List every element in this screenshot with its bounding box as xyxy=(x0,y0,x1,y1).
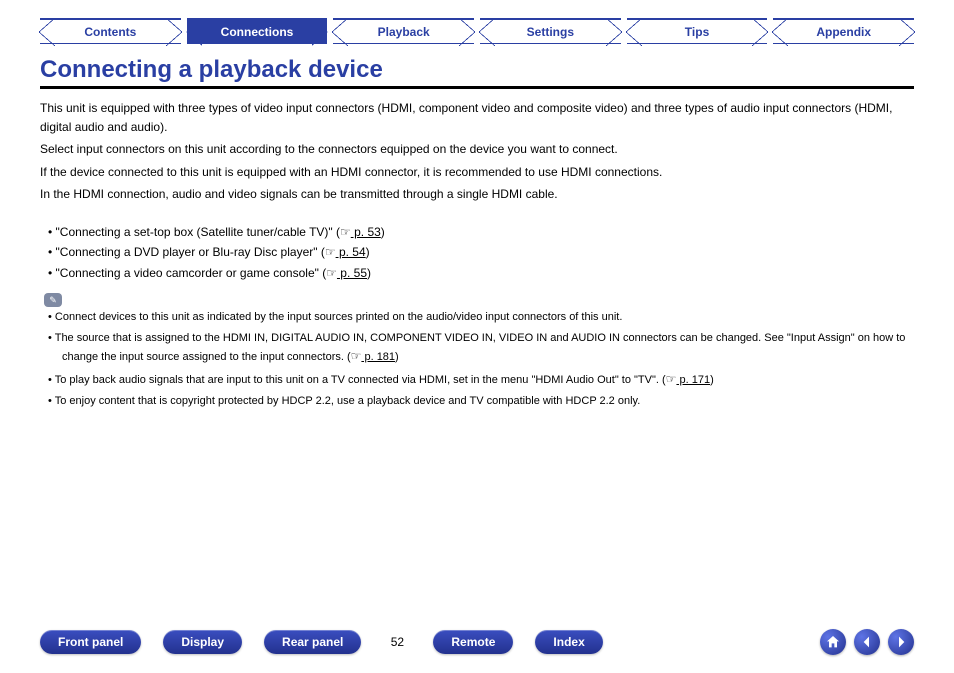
page-link[interactable]: p. 54 xyxy=(336,245,366,259)
page-link[interactable]: p. 55 xyxy=(337,266,367,280)
footer: Front panel Display Rear panel 52 Remote… xyxy=(0,629,954,655)
prev-icon[interactable] xyxy=(854,629,880,655)
note-item: To play back audio signals that are inpu… xyxy=(48,370,914,389)
title-rule xyxy=(40,86,914,89)
tab-connections[interactable]: Connections xyxy=(187,18,328,44)
list-item: "Connecting a DVD player or Blu-ray Disc… xyxy=(48,242,914,262)
note-item: To enjoy content that is copyright prote… xyxy=(48,393,914,410)
page-link[interactable]: p. 181 xyxy=(361,351,395,363)
page-link[interactable]: p. 53 xyxy=(351,225,381,239)
rear-panel-button[interactable]: Rear panel xyxy=(264,630,361,654)
notes-list: Connect devices to this unit as indicate… xyxy=(48,309,914,410)
paragraph: Select input connectors on this unit acc… xyxy=(40,140,914,159)
body-text: This unit is equipped with three types o… xyxy=(40,99,914,204)
paragraph: This unit is equipped with three types o… xyxy=(40,99,914,136)
page-number: 52 xyxy=(383,635,411,649)
note-item: The source that is assigned to the HDMI … xyxy=(48,330,914,366)
tab-playback[interactable]: Playback xyxy=(333,18,474,44)
list-item: "Connecting a set-top box (Satellite tun… xyxy=(48,222,914,242)
paragraph: If the device connected to this unit is … xyxy=(40,163,914,182)
note-item: Connect devices to this unit as indicate… xyxy=(48,309,914,326)
index-button[interactable]: Index xyxy=(535,630,602,654)
next-icon[interactable] xyxy=(888,629,914,655)
paragraph: In the HDMI connection, audio and video … xyxy=(40,185,914,204)
front-panel-button[interactable]: Front panel xyxy=(40,630,141,654)
tab-appendix[interactable]: Appendix xyxy=(773,18,914,44)
remote-button[interactable]: Remote xyxy=(433,630,513,654)
pointer-icon: ☞ xyxy=(326,266,337,280)
pointer-icon: ☞ xyxy=(351,349,362,363)
list-item: "Connecting a video camcorder or game co… xyxy=(48,263,914,283)
display-button[interactable]: Display xyxy=(163,630,242,654)
page-title: Connecting a playback device xyxy=(40,56,914,84)
pointer-icon: ☞ xyxy=(340,225,351,239)
tab-settings[interactable]: Settings xyxy=(480,18,621,44)
pointer-icon: ☞ xyxy=(666,372,677,386)
pointer-icon: ☞ xyxy=(325,245,336,259)
primary-links: "Connecting a set-top box (Satellite tun… xyxy=(48,222,914,283)
tab-contents[interactable]: Contents xyxy=(40,18,181,44)
nav-tabs: Contents Connections Playback Settings T… xyxy=(40,18,914,44)
note-icon: ✎ xyxy=(44,293,62,307)
page-link[interactable]: p. 171 xyxy=(676,374,710,386)
tab-tips[interactable]: Tips xyxy=(627,18,768,44)
home-icon[interactable] xyxy=(820,629,846,655)
